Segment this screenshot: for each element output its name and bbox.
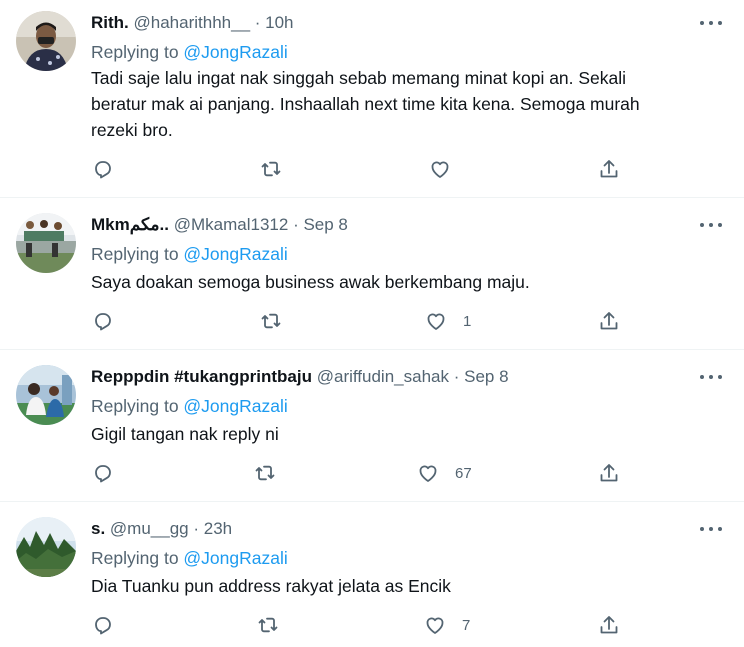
like-button[interactable]: 67 [417,462,472,484]
timestamp[interactable]: · 23h [193,519,232,538]
share-icon [600,616,618,634]
retweet-button[interactable] [260,158,282,180]
retweet-button[interactable] [254,462,276,484]
share-icon [600,464,618,482]
replying-prefix: Replying to [91,548,184,568]
avatar[interactable] [16,11,76,71]
share-button[interactable] [598,614,620,636]
replying-to: Replying to @JongRazali [91,42,288,63]
like-count: 67 [455,464,472,482]
retweet-icon [255,465,275,481]
replying-handle-link[interactable]: @JongRazali [183,548,287,568]
display-name[interactable]: Mkmمكم.. [91,215,169,234]
tweet-text-line: Saya doakan semoga business awak berkemb… [91,272,530,292]
more-icon[interactable] [700,217,722,233]
retweet-icon [258,617,278,633]
handle[interactable]: @ariffudin_sahak [317,367,449,386]
avatar[interactable] [16,365,76,425]
replying-handle-link[interactable]: @JongRazali [183,396,287,416]
display-name[interactable]: s. [91,519,105,538]
retweet-icon [261,161,281,177]
tweet-header: Repppdin #tukangprintbaju @ariffudin_sah… [91,367,684,387]
retweet-button[interactable] [257,614,279,636]
reply-button[interactable] [91,614,113,636]
more-icon[interactable] [700,521,722,537]
tweet-header: s. @mu__gg · 23h [91,519,684,539]
reply-button[interactable] [91,310,113,332]
share-icon [600,312,618,330]
share-button[interactable] [598,158,620,180]
display-name[interactable]: Repppdin #tukangprintbaju [91,367,312,386]
timestamp[interactable]: · 10h [255,13,294,32]
tweet-header: Mkmمكم.. @Mkamal1312 · Sep 8 [91,215,684,235]
tweet[interactable]: Mkmمكم.. @Mkamal1312 · Sep 8 Replying to… [0,198,744,350]
reply-button[interactable] [91,158,113,180]
tweet-text: Dia Tuanku pun address rakyat jelata as … [91,573,704,599]
display-name[interactable]: Rith. [91,13,129,32]
timestamp[interactable]: · Sep 8 [293,215,348,234]
avatar[interactable] [16,213,76,273]
reply-icon [95,313,111,331]
more-icon[interactable] [700,369,722,385]
tweet[interactable]: s. @mu__gg · 23h Replying to @JongRazali… [0,502,744,647]
replying-prefix: Replying to [91,244,184,264]
replying-prefix: Replying to [91,42,184,62]
like-count: 7 [462,616,471,634]
share-button[interactable] [598,310,620,332]
reply-button[interactable] [91,462,113,484]
reply-icon [95,161,111,179]
replying-to: Replying to @JongRazali [91,396,288,417]
heart-icon [426,617,444,634]
replying-prefix: Replying to [91,396,184,416]
handle[interactable]: @haharithhh__ [134,13,251,32]
heart-icon [419,465,437,482]
reply-icon [95,617,111,635]
share-icon [600,160,618,178]
tweet[interactable]: Repppdin #tukangprintbaju @ariffudin_sah… [0,350,744,502]
handle[interactable]: @mu__gg [110,519,189,538]
tweet-text: Saya doakan semoga business awak berkemb… [91,269,704,295]
heart-icon [427,313,445,330]
tweet[interactable]: Rith. @haharithhh__ · 10h Replying to @J… [0,0,744,198]
timestamp[interactable]: · Sep 8 [454,367,509,386]
tweet-text-line: Gigil tangan nak reply ni [91,424,279,444]
tweet-text-line: Tadi saje lalu ingat nak singgah sebab m… [91,68,627,88]
tweet-text: Tadi saje lalu ingat nak singgah sebab m… [91,65,704,143]
like-button[interactable]: 1 [425,310,471,332]
like-button[interactable] [429,158,467,180]
tweet-text-line: beratur mak ai panjang. Inshaallah next … [91,94,640,114]
more-icon[interactable] [700,15,722,31]
handle[interactable]: @Mkamal1312 [174,215,289,234]
retweet-button[interactable] [260,310,282,332]
heart-icon [431,161,449,178]
tweet-header: Rith. @haharithhh__ · 10h [91,13,684,33]
share-button[interactable] [598,462,620,484]
replying-handle-link[interactable]: @JongRazali [183,244,287,264]
tweet-text-line: Dia Tuanku pun address rakyat jelata as … [91,576,451,596]
tweet-text-line: rezeki bro. [91,120,173,140]
replying-to: Replying to @JongRazali [91,244,288,265]
avatar[interactable] [16,517,76,577]
like-count: 1 [463,312,472,330]
tweet-text: Gigil tangan nak reply ni [91,421,704,447]
replying-to: Replying to @JongRazali [91,548,288,569]
replying-handle-link[interactable]: @JongRazali [183,42,287,62]
reply-icon [95,465,111,483]
like-button[interactable]: 7 [424,614,470,636]
retweet-icon [261,313,281,329]
